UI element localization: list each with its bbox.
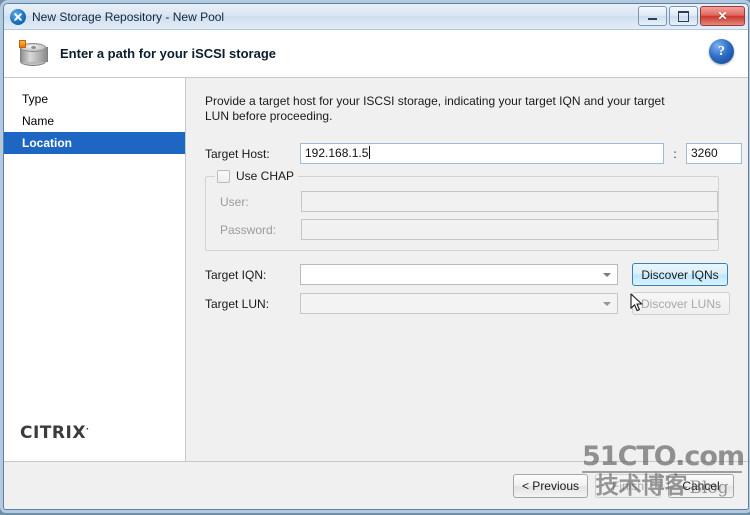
use-chap-checkbox-row[interactable]: Use CHAP bbox=[215, 169, 299, 183]
chap-user-row: User: bbox=[206, 191, 718, 212]
discover-iqns-wrap: Discover IQNs bbox=[632, 263, 728, 286]
discover-luns-wrap: Discover LUNs bbox=[632, 292, 731, 315]
chap-user-label: User: bbox=[220, 194, 249, 209]
discover-luns-button: Discover LUNs bbox=[632, 292, 731, 315]
app-icon bbox=[10, 8, 26, 25]
dialog-header: Enter a path for your iSCSI storage ? bbox=[4, 30, 748, 78]
text-caret bbox=[369, 146, 371, 159]
dialog-body: Type Name Location CITRIX· Provide a tar… bbox=[4, 78, 748, 461]
discover-iqns-button[interactable]: Discover IQNs bbox=[632, 263, 728, 286]
host-port-separator: : bbox=[673, 146, 677, 161]
title-bar: New Storage Repository - New Pool ✕ bbox=[4, 4, 748, 30]
chevron-down-icon bbox=[603, 273, 611, 277]
use-chap-checkbox[interactable] bbox=[217, 169, 230, 183]
target-port-input[interactable]: 3260 bbox=[686, 143, 742, 164]
close-button[interactable]: ✕ bbox=[700, 6, 745, 26]
citrix-logo-text: CITRIX bbox=[20, 423, 86, 443]
wizard-steps-sidebar: Type Name Location CITRIX· bbox=[4, 78, 186, 461]
main-content: Provide a target host for your ISCSI sto… bbox=[186, 78, 748, 461]
target-host-row: Target Host: 192.168.1.5 : 3260 bbox=[205, 143, 742, 164]
target-lun-label: Target LUN: bbox=[205, 296, 270, 311]
target-iqn-row: Target IQN: Discover IQNs bbox=[205, 263, 742, 286]
target-host-input[interactable]: 192.168.1.5 bbox=[300, 143, 664, 164]
chevron-down-icon bbox=[603, 302, 611, 306]
citrix-logo-mark: · bbox=[85, 424, 90, 434]
maximize-icon bbox=[678, 10, 689, 22]
sidebar-item-name[interactable]: Name bbox=[4, 110, 185, 132]
chap-password-row: Password: bbox=[206, 219, 718, 240]
chap-password-label: Password: bbox=[220, 222, 277, 237]
chap-user-input bbox=[301, 191, 718, 212]
finish-button: Finish bbox=[595, 473, 661, 498]
dialog-footer: < Previous Finish Cancel bbox=[4, 461, 748, 509]
target-lun-dropdown bbox=[300, 293, 618, 314]
target-iqn-dropdown[interactable] bbox=[300, 264, 618, 285]
window-controls: ✕ bbox=[638, 6, 745, 26]
dialog-window: New Storage Repository - New Pool ✕ Ente… bbox=[3, 3, 749, 510]
target-host-value: 192.168.1.5 bbox=[305, 146, 369, 160]
minimize-button[interactable] bbox=[638, 6, 667, 26]
minimize-icon bbox=[648, 17, 657, 20]
instruction-text: Provide a target host for your ISCSI sto… bbox=[205, 94, 665, 123]
page-title: Enter a path for your iSCSI storage bbox=[60, 46, 276, 61]
sidebar-item-location[interactable]: Location bbox=[4, 132, 185, 154]
chap-groupbox: Use CHAP User: Password: bbox=[205, 169, 719, 251]
target-lun-row: Target LUN: Discover LUNs bbox=[205, 292, 742, 315]
citrix-logo: CITRIX· bbox=[20, 423, 89, 443]
storage-disk-icon bbox=[16, 37, 50, 71]
help-icon[interactable]: ? bbox=[709, 39, 734, 64]
sidebar-item-type[interactable]: Type bbox=[4, 88, 185, 110]
target-port-value: 3260 bbox=[691, 146, 718, 160]
close-icon: ✕ bbox=[717, 9, 728, 23]
target-iqn-label: Target IQN: bbox=[205, 267, 267, 282]
maximize-button[interactable] bbox=[669, 6, 698, 26]
window-title: New Storage Repository - New Pool bbox=[32, 9, 225, 24]
cancel-button[interactable]: Cancel bbox=[668, 473, 734, 498]
previous-button[interactable]: < Previous bbox=[512, 473, 588, 498]
target-host-label: Target Host: bbox=[205, 146, 270, 161]
chap-password-input bbox=[301, 219, 718, 240]
use-chap-label: Use CHAP bbox=[236, 169, 295, 183]
